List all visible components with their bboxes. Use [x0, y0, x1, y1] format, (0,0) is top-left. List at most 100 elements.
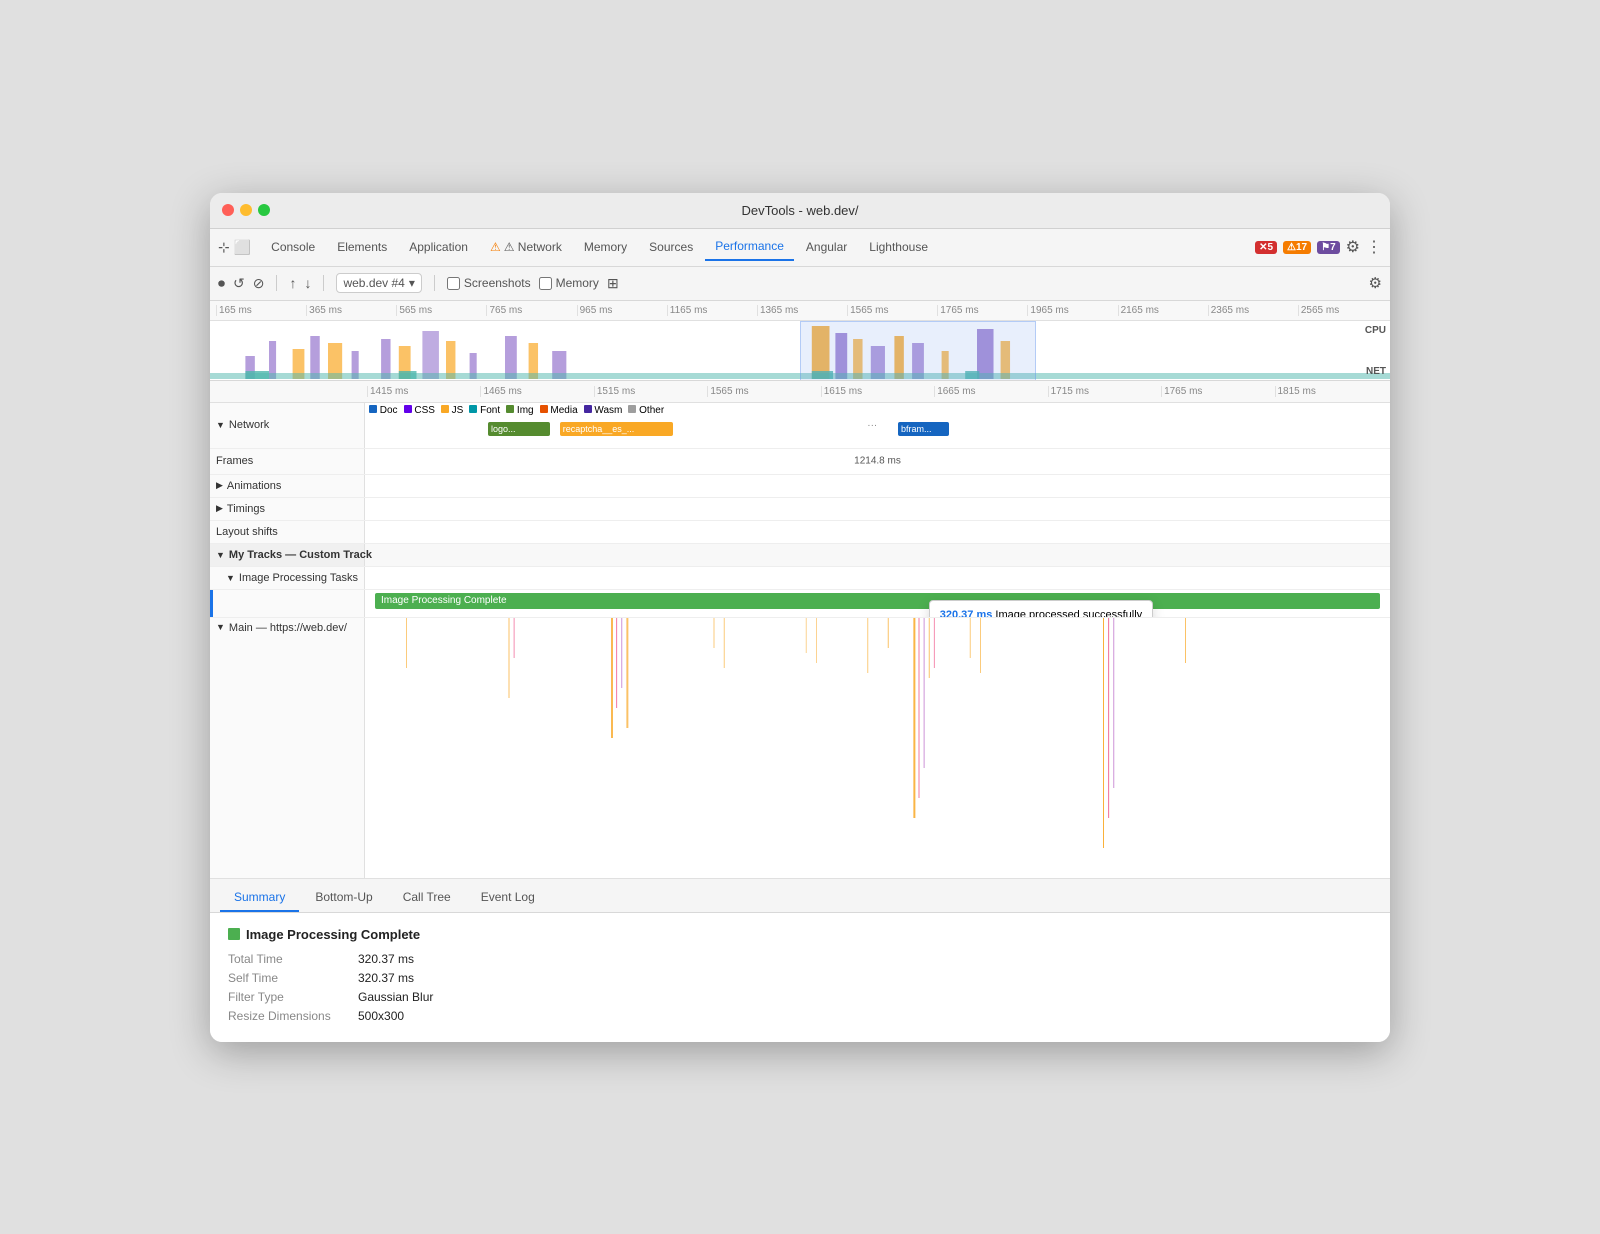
overview-graph[interactable]: CPU NET [210, 321, 1390, 381]
layout-shifts-text: Layout shifts [216, 526, 278, 538]
tab-event-log[interactable]: Event Log [467, 884, 549, 912]
detail-ruler: 1415 ms 1465 ms 1515 ms 1565 ms 1615 ms … [210, 381, 1390, 403]
download-button[interactable]: ↓ [304, 275, 311, 291]
chevron-down-icon: ▾ [409, 276, 415, 290]
summary-color-indicator [228, 928, 240, 940]
network-bar-recaptcha[interactable]: recaptcha__es_... [560, 422, 673, 436]
settings-icon[interactable]: ⚙ [1346, 237, 1360, 257]
secondary-toolbar: ⏺ ↺ ⊘ ↑ ↓ web.dev #4 ▾ Screenshots Memor… [210, 267, 1390, 301]
tracks-area[interactable]: ▼ Network Doc CSS JS Font Img Media Wasm… [210, 403, 1390, 879]
collapse-arrow[interactable]: ▶ [216, 480, 223, 491]
network-bar-logo[interactable]: logo... [488, 422, 550, 436]
frames-track-label[interactable]: Frames [210, 449, 365, 474]
network-warning-icon: ⚠ [490, 240, 501, 254]
tooltip-message: Image processed successfully [995, 609, 1142, 617]
minimize-button[interactable] [240, 204, 252, 216]
tab-bottom-up[interactable]: Bottom-Up [301, 884, 386, 912]
image-processing-tasks-text: Image Processing Tasks [239, 572, 358, 584]
animations-track-label[interactable]: ▶ Animations [210, 475, 365, 497]
animations-track-content [365, 475, 1390, 497]
ruler-mark: 1165 ms [667, 305, 757, 316]
ruler-mark: 1765 ms [937, 305, 1027, 316]
tab-performance[interactable]: Performance [705, 233, 794, 261]
cpu-label: CPU [1365, 325, 1386, 336]
detail-mark: 1515 ms [594, 386, 707, 397]
ruler-mark: 165 ms [216, 305, 306, 316]
image-processing-bar-content[interactable]: Image Processing Complete 320.37 ms Imag… [365, 590, 1390, 617]
timings-track-label[interactable]: ▶ Timings [210, 498, 365, 520]
devtools-window: DevTools - web.dev/ ⊹ ⬜ Console Elements… [210, 193, 1390, 1042]
ruler-mark: 365 ms [306, 305, 396, 316]
tab-memory[interactable]: Memory [574, 234, 637, 260]
memory-checkbox[interactable]: Memory [539, 276, 599, 290]
upload-button[interactable]: ↑ [289, 275, 296, 291]
timings-track-row: ▶ Timings [210, 498, 1390, 521]
image-processing-bar-row: Image Processing Complete 320.37 ms Imag… [210, 590, 1390, 618]
screenshots-checkbox[interactable]: Screenshots [447, 276, 531, 290]
ruler-mark: 1565 ms [847, 305, 937, 316]
tab-sources[interactable]: Sources [639, 234, 703, 260]
tab-angular[interactable]: Angular [796, 234, 857, 260]
tooltip-time: 320.37 ms [940, 609, 993, 617]
collapse-arrow[interactable]: ▼ [216, 420, 225, 430]
settings-2-icon[interactable]: ⚙ [1369, 274, 1382, 292]
detail-mark: 1465 ms [480, 386, 593, 397]
maximize-button[interactable] [258, 204, 270, 216]
clear-button[interactable]: ⊘ [253, 275, 265, 292]
close-button[interactable] [222, 204, 234, 216]
ruler-mark: 765 ms [486, 305, 576, 316]
main-track-text: Main — https://web.dev/ [229, 622, 347, 634]
my-tracks-group-row: ▼ My Tracks — Custom Track [210, 544, 1390, 567]
tab-network[interactable]: ⚠ ⚠ Network [480, 234, 572, 260]
tab-summary[interactable]: Summary [220, 884, 299, 912]
image-processing-bar-label [210, 590, 365, 617]
flame-chart-svg [365, 618, 1390, 878]
ruler-mark: 965 ms [577, 305, 667, 316]
collapse-arrow[interactable]: ▼ [226, 573, 235, 583]
frames-track-row: Frames 1214.8 ms [210, 449, 1390, 475]
timings-track-content [365, 498, 1390, 520]
timings-label: Timings [227, 503, 265, 515]
image-processing-tasks-label[interactable]: ▼ Image Processing Tasks [210, 567, 365, 589]
network-bar-bfram[interactable]: bfram... [898, 422, 949, 436]
my-tracks-group-label[interactable]: ▼ My Tracks — Custom Track [210, 544, 365, 566]
device-icon[interactable]: ⬜ [234, 239, 251, 256]
window-title: DevTools - web.dev/ [741, 203, 858, 218]
layout-shifts-label[interactable]: Layout shifts [210, 521, 365, 543]
overview-timeline[interactable]: 165 ms 365 ms 565 ms 765 ms 965 ms 1165 … [210, 301, 1390, 381]
collapse-arrow[interactable]: ▶ [216, 503, 223, 514]
tab-call-tree[interactable]: Call Tree [389, 884, 465, 912]
network-track-row: ▼ Network Doc CSS JS Font Img Media Wasm… [210, 403, 1390, 449]
tab-lighthouse[interactable]: Lighthouse [859, 234, 938, 260]
network-track-label[interactable]: ▼ Network [210, 403, 365, 448]
frames-label: Frames [216, 455, 253, 467]
detail-mark: 1665 ms [934, 386, 1047, 397]
inspect-icon[interactable]: ⊹ [218, 239, 230, 256]
summary-title: Image Processing Complete [228, 927, 1372, 942]
traffic-lights [222, 204, 270, 216]
tab-application[interactable]: Application [399, 234, 478, 260]
main-track-label[interactable]: ▼ Main — https://web.dev/ [210, 618, 365, 878]
detail-mark: 1715 ms [1048, 386, 1161, 397]
collapse-arrow[interactable]: ▼ [216, 622, 225, 632]
tooltip: 320.37 ms Image processed successfully [929, 600, 1153, 617]
image-processing-tasks-row: ▼ Image Processing Tasks [210, 567, 1390, 590]
frames-time: 1214.8 ms [854, 456, 901, 467]
tab-console[interactable]: Console [261, 234, 325, 260]
image-processing-bar[interactable]: Image Processing Complete [375, 593, 1380, 609]
main-track-content[interactable] [365, 618, 1390, 878]
layout-shifts-content [365, 521, 1390, 543]
record-button[interactable]: ⏺ [218, 275, 225, 292]
ruler-mark: 1965 ms [1027, 305, 1117, 316]
reload-button[interactable]: ↺ [233, 275, 245, 292]
detail-mark: 1615 ms [821, 386, 934, 397]
ruler-mark: 2165 ms [1118, 305, 1208, 316]
collapse-arrow[interactable]: ▼ [216, 550, 225, 560]
warning-badge: ⚠ 17 [1283, 241, 1311, 254]
network-track-content: Doc CSS JS Font Img Media Wasm Other log… [365, 403, 1390, 448]
tab-elements[interactable]: Elements [327, 234, 397, 260]
session-selector[interactable]: web.dev #4 ▾ [336, 273, 421, 293]
net-label: NET [1366, 366, 1386, 377]
more-icon[interactable]: ⋮ [1366, 237, 1382, 257]
top-toolbar: ⊹ ⬜ Console Elements Application ⚠ ⚠ Net… [210, 229, 1390, 267]
